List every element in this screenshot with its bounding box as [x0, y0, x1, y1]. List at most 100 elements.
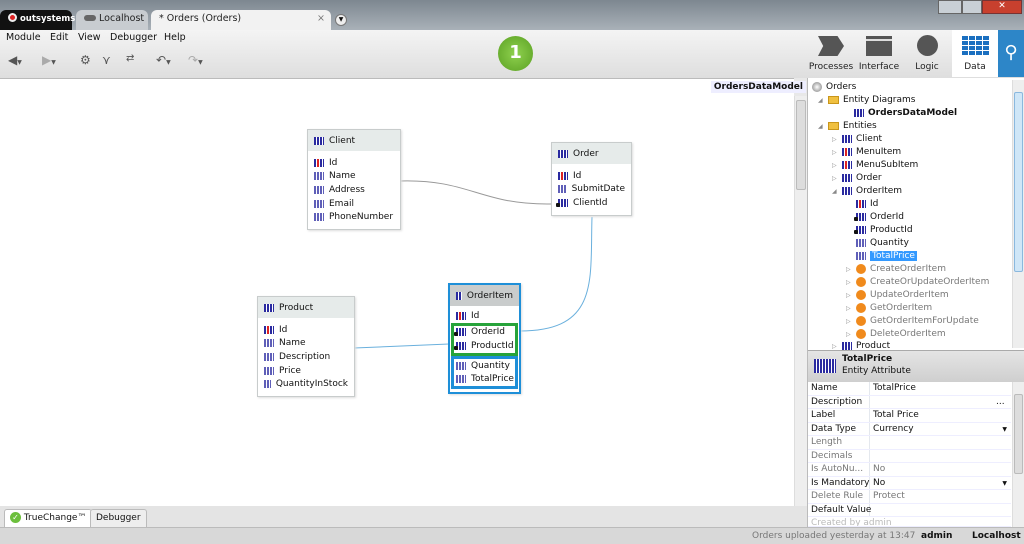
dropdown-icon[interactable]: ▼: [1002, 426, 1007, 433]
tree-entities[interactable]: ◢ Entities: [818, 121, 877, 131]
entity-title: OrderItem: [466, 290, 513, 301]
menu-help[interactable]: Help: [164, 32, 186, 43]
status-user[interactable]: admin: [921, 531, 952, 541]
tree-entity-menuitem[interactable]: ▷ MenuItem: [832, 147, 901, 157]
attribute-row[interactable]: Name: [314, 170, 394, 184]
prop-delete-rule[interactable]: Delete Rule Protect: [808, 490, 1011, 504]
tab-logic[interactable]: Logic: [904, 30, 950, 77]
tab-truechange[interactable]: ✓ TrueChange™: [4, 509, 93, 527]
entity-client[interactable]: Client Id Name Address Email PhoneNumber: [307, 129, 401, 230]
entity-orderitem[interactable]: OrderItem Id OrderId ProductId Quantity …: [448, 283, 521, 394]
tree-scrollbar[interactable]: [1012, 80, 1024, 348]
tree-label: MenuItem: [856, 147, 902, 157]
close-window-button[interactable]: ✕: [982, 0, 1022, 14]
tab-debugger[interactable]: Debugger: [90, 509, 147, 527]
static-entity-icon: [842, 148, 852, 156]
ellipsis-button[interactable]: ...: [996, 397, 1005, 407]
tree-action[interactable]: ▷ CreateOrderItem: [846, 264, 946, 274]
foreign-keys-highlight: OrderId ProductId: [451, 322, 518, 356]
attribute-row[interactable]: Id: [558, 169, 625, 183]
outsystems-logo-tab[interactable]: outsystems: [0, 10, 75, 30]
tab-label: Localhost: [99, 13, 145, 24]
tree-action[interactable]: ▷ DeleteOrderItem: [846, 329, 946, 339]
prop-autonumber[interactable]: Is AutoNu... No: [808, 463, 1011, 477]
entity-product[interactable]: Product Id Name Description Price Quanti…: [257, 296, 355, 397]
prop-data-type[interactable]: Data Type Currency ▼: [808, 422, 1011, 436]
attribute-row[interactable]: Quantity: [456, 359, 515, 373]
attribute-row[interactable]: Id: [264, 323, 348, 337]
attribute-icon: [314, 199, 324, 208]
tab-label: Interface: [858, 62, 900, 72]
tree-action[interactable]: ▷ UpdateOrderItem: [846, 290, 949, 300]
prop-length[interactable]: Length: [808, 436, 1011, 450]
tree-attr-productid[interactable]: ProductId: [854, 225, 913, 235]
attribute-row[interactable]: ProductId: [454, 339, 515, 353]
prop-value: No: [873, 477, 886, 488]
tree-diagram[interactable]: OrdersDataModel: [854, 108, 957, 118]
restore-button[interactable]: [962, 0, 982, 14]
tree-entity-menusubitem[interactable]: ▷ MenuSubItem: [832, 160, 918, 170]
attribute-row[interactable]: Price: [264, 364, 348, 378]
attribute-row[interactable]: Id: [314, 156, 394, 170]
menu-debugger[interactable]: Debugger: [110, 32, 157, 43]
attribute-row[interactable]: SubmitDate: [558, 183, 625, 197]
forward-icon[interactable]: ▶▼: [42, 53, 56, 67]
canvas-scrollbar[interactable]: [794, 96, 807, 506]
redo-icon[interactable]: ↷▼: [188, 53, 203, 67]
tree-action[interactable]: ▷ GetOrderItem: [846, 303, 932, 313]
tree-entity-diagrams[interactable]: ◢ Entity Diagrams: [818, 95, 915, 105]
tab-processes[interactable]: Processes: [808, 30, 854, 77]
attribute-row[interactable]: Name: [264, 337, 348, 351]
search-button[interactable]: ⚲: [998, 30, 1024, 77]
tab-data[interactable]: Data: [952, 30, 998, 77]
menu-view[interactable]: View: [78, 32, 101, 43]
tab-localhost[interactable]: Localhost: [76, 10, 148, 30]
tab-orders[interactable]: * Orders (Orders) ×: [151, 10, 331, 30]
undo-icon[interactable]: ↶▼: [156, 53, 171, 67]
attribute-row[interactable]: PhoneNumber: [314, 210, 394, 224]
menu-edit[interactable]: Edit: [50, 32, 68, 43]
tree-entity-order[interactable]: ▷ Order: [832, 173, 882, 183]
tree-entity-orderitem[interactable]: ◢ OrderItem: [832, 186, 902, 196]
prop-decimals[interactable]: Decimals: [808, 449, 1011, 463]
attribute-icon: [814, 359, 836, 373]
tab-interface[interactable]: Interface: [856, 30, 902, 77]
entity-order[interactable]: Order Id SubmitDate ClientId: [551, 142, 632, 216]
tree-attr-orderid[interactable]: OrderId: [854, 212, 904, 222]
prop-key: Label: [811, 410, 836, 420]
tree-entity-client[interactable]: ▷ Client: [832, 134, 882, 144]
attribute-row[interactable]: Address: [314, 183, 394, 197]
tree-attr-id[interactable]: Id: [856, 199, 878, 209]
tabs-dropdown-icon[interactable]: ▼: [335, 14, 347, 26]
attribute-row[interactable]: Description: [264, 350, 348, 364]
attribute-row[interactable]: ClientId: [556, 196, 625, 210]
prop-default-value[interactable]: Default Value: [808, 503, 1011, 517]
attribute-row[interactable]: OrderId: [454, 326, 515, 340]
dropdown-icon[interactable]: ▼: [1002, 480, 1007, 487]
gear-icon[interactable]: ⚙: [80, 53, 91, 67]
prop-name[interactable]: Name TotalPrice: [808, 382, 1011, 396]
properties-scrollbar[interactable]: [1012, 382, 1024, 527]
attribute-row[interactable]: TotalPrice: [456, 372, 515, 386]
tree-attr-quantity[interactable]: Quantity: [856, 238, 909, 248]
publish-button[interactable]: 1: [498, 36, 533, 71]
prop-key: Created by admin: [811, 518, 892, 527]
tree-attr-totalprice[interactable]: TotalPrice: [856, 251, 917, 261]
menu-module[interactable]: Module: [6, 32, 41, 43]
prop-description[interactable]: Description...: [808, 395, 1011, 409]
tree-action[interactable]: ▷ CreateOrUpdateOrderItem: [846, 277, 989, 287]
prop-mandatory[interactable]: Is Mandatory No ▼: [808, 476, 1011, 490]
dependencies-icon[interactable]: ⋎: [102, 53, 111, 67]
attribute-row[interactable]: QuantityInStock: [264, 377, 348, 391]
tree-root[interactable]: Orders: [812, 82, 856, 92]
back-icon[interactable]: ◀▼: [8, 53, 22, 67]
prop-label[interactable]: Label Total Price: [808, 409, 1011, 423]
status-server[interactable]: Localhost: [972, 531, 1021, 541]
attribute-row[interactable]: Id: [451, 309, 518, 323]
attribute-row[interactable]: Email: [314, 197, 394, 211]
compare-icon[interactable]: ⇄: [126, 53, 134, 64]
close-tab-icon[interactable]: ×: [317, 13, 325, 24]
tree-action[interactable]: ▷ GetOrderItemForUpdate: [846, 316, 979, 326]
minimize-button[interactable]: [938, 0, 962, 14]
attribute-name: Id: [329, 157, 338, 168]
